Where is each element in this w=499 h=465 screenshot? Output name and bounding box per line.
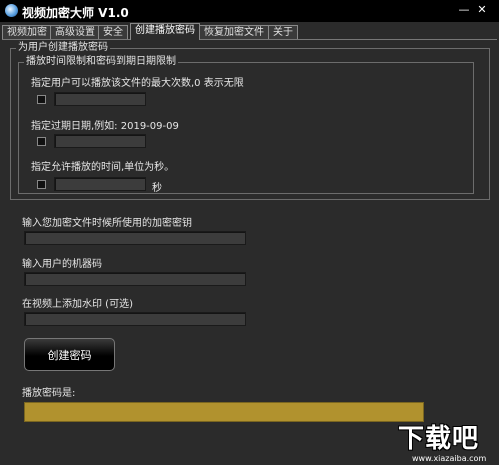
- duration-label: 指定允许播放的时间,单位为秒。: [31, 162, 175, 173]
- app-icon: [5, 4, 18, 17]
- create-password-button[interactable]: 创建密码: [24, 338, 115, 371]
- max-plays-checkbox[interactable]: [37, 95, 46, 104]
- window-title: 视频加密大师 V1.0: [22, 6, 129, 20]
- encryption-key-input[interactable]: [24, 231, 246, 245]
- max-plays-label: 指定用户可以播放该文件的最大次数,0 表示无限: [31, 78, 244, 89]
- watermark-input[interactable]: [24, 312, 246, 326]
- tab-security[interactable]: 安全: [98, 25, 128, 39]
- max-plays-input[interactable]: [54, 92, 146, 106]
- tab-advanced-settings[interactable]: 高级设置: [50, 25, 100, 39]
- tab-about[interactable]: 关于: [268, 25, 298, 39]
- machine-code-label: 输入用户的机器码: [22, 259, 102, 270]
- tab-bar: 视频加密 高级设置 安全 创建播放密码 恢复加密文件 关于: [2, 23, 497, 40]
- machine-code-input[interactable]: [24, 272, 246, 286]
- expire-date-label: 指定过期日期,例如: 2019-09-09: [31, 121, 179, 132]
- group-title: 为用户创建播放密码: [16, 42, 110, 54]
- seconds-unit-label: 秒: [152, 183, 162, 194]
- play-password-label: 播放密码是:: [22, 388, 76, 399]
- subgroup-title: 播放时间限制和密码到期日期限制: [24, 56, 178, 68]
- logo-text: 下载吧: [398, 424, 480, 454]
- close-button[interactable]: ✕: [474, 3, 490, 17]
- logo-url: www.xiazaiba.com: [412, 454, 487, 463]
- play-password-output[interactable]: [24, 402, 424, 422]
- minimize-button[interactable]: —: [456, 3, 472, 17]
- tab-video-encrypt[interactable]: 视频加密: [2, 25, 52, 39]
- xiazaiba-logo: 下载吧 www.xiazaiba.com: [398, 424, 496, 464]
- duration-input[interactable]: [54, 177, 146, 191]
- expire-date-checkbox[interactable]: [37, 137, 46, 146]
- encryption-key-label: 输入您加密文件时候所使用的加密密钥: [22, 218, 192, 229]
- watermark-label: 在视频上添加水印 (可选): [22, 299, 133, 310]
- title-bar: 视频加密大师 V1.0 — ✕: [0, 0, 499, 22]
- expire-date-input[interactable]: [54, 134, 146, 148]
- tab-create-play-password[interactable]: 创建播放密码: [130, 23, 200, 40]
- tab-restore-encrypted-file[interactable]: 恢复加密文件: [199, 25, 269, 39]
- duration-checkbox[interactable]: [37, 180, 46, 189]
